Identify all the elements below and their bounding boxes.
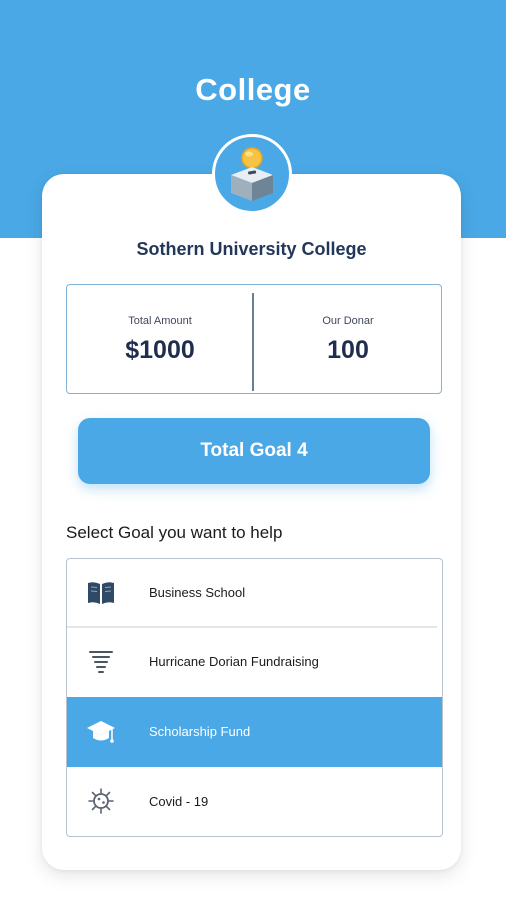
total-amount-value: $1000 [125, 336, 195, 364]
virus-icon [86, 787, 116, 815]
total-amount-label: Total Amount [128, 315, 192, 327]
donors-stat: Our Donar 100 [255, 285, 441, 393]
total-goal-button[interactable]: Total Goal 4 [78, 418, 430, 484]
total-amount-stat: Total Amount $1000 [67, 285, 253, 393]
stats-panel: Total Amount $1000 Our Donar 100 [66, 284, 442, 394]
goal-item-hurricane-dorian[interactable]: Hurricane Dorian Fundraising [67, 628, 442, 696]
goal-item-business-school[interactable]: Business School [67, 559, 442, 627]
donors-value: 100 [327, 336, 369, 364]
goal-label: Business School [149, 585, 246, 600]
page-title: College [195, 72, 311, 107]
goal-label: Hurricane Dorian Fundraising [149, 654, 319, 669]
book-icon [86, 579, 116, 607]
goal-label: Scholarship Fund [149, 724, 251, 739]
donors-label: Our Donar [322, 315, 374, 327]
college-name: Sothern University College [136, 239, 367, 259]
stats-divider [252, 293, 254, 391]
goal-label: Covid - 19 [149, 794, 209, 809]
goal-list: Business School Hurricane Dorian Fundrai… [66, 558, 443, 837]
tornado-icon [86, 648, 116, 676]
donation-box-icon [212, 134, 292, 214]
goal-item-scholarship-fund[interactable]: Scholarship Fund [67, 697, 442, 767]
goals-heading: Select Goal you want to help [66, 523, 283, 542]
goal-item-covid-19[interactable]: Covid - 19 [67, 767, 442, 836]
graduation-cap-icon [86, 718, 116, 746]
